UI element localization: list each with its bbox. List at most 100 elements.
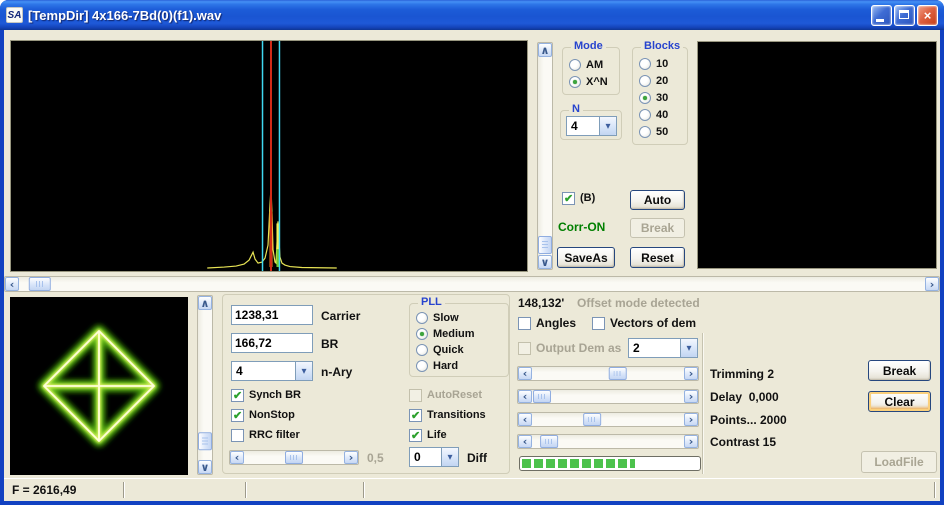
radio-pll-medium[interactable]: Medium <box>416 327 475 341</box>
reset-button[interactable]: Reset <box>630 247 685 268</box>
scroll-down-icon[interactable]: ∨ <box>538 255 552 269</box>
scroll-left-icon[interactable]: ‹ <box>518 367 532 380</box>
radio-pll-hard[interactable]: Hard <box>416 359 458 373</box>
pll-groupbox: PLL Slow Medium Quick Hard <box>409 296 509 377</box>
scrollbar-thumb[interactable] <box>285 451 303 464</box>
maximize-button[interactable] <box>894 4 915 26</box>
chevron-down-icon[interactable]: ▾ <box>680 339 697 357</box>
scroll-left-icon[interactable]: ‹ <box>230 451 244 464</box>
scrollbar-thumb[interactable] <box>533 390 551 403</box>
transitions-checkbox[interactable]: Transitions <box>409 408 486 422</box>
break-button[interactable]: Break <box>868 360 931 381</box>
diff-select[interactable]: 0 ▾ <box>409 447 459 467</box>
spectrum-display[interactable] <box>10 40 528 272</box>
outputdem-checkbox[interactable]: Output Dem as <box>518 341 621 355</box>
saveas-button[interactable]: SaveAs <box>557 247 615 268</box>
scrollbar-thumb[interactable] <box>608 367 627 380</box>
mode-groupbox: Mode AM X^N <box>562 40 620 95</box>
statusbar-divider <box>934 482 936 498</box>
angles-checkbox[interactable]: Angles <box>518 316 576 330</box>
br-label: BR <box>321 337 339 351</box>
carrier-label: Carrier <box>321 309 361 323</box>
radio-mode-xn[interactable]: X^N <box>569 75 608 89</box>
client-area: ∧ ∨ Mode AM X^N N 4 ▾ Blocks 10 20 30 40… <box>4 30 940 501</box>
scrollbar-thumb[interactable] <box>583 413 602 426</box>
scroll-down-icon[interactable]: ∨ <box>198 460 212 474</box>
scrollbar-thumb[interactable] <box>538 236 552 254</box>
scrollbar-thumb[interactable] <box>539 435 558 448</box>
autoreset-checkbox[interactable]: AutoReset <box>409 388 482 402</box>
radio-blocks-40[interactable]: 40 <box>639 108 668 122</box>
status-bar: F = 2616,49 <box>4 478 940 501</box>
b-checkbox[interactable]: (B) <box>562 191 595 205</box>
constellation-display <box>10 297 188 475</box>
scroll-left-icon[interactable]: ‹ <box>518 413 532 426</box>
mode-group-label: Mode <box>571 40 606 52</box>
radio-blocks-50[interactable]: 50 <box>639 125 668 139</box>
blocks-groupbox: Blocks 10 20 30 40 50 <box>632 40 688 145</box>
blocks-group-label: Blocks <box>641 40 684 52</box>
contrast-label: Contrast 15 <box>710 435 777 449</box>
radio-mode-am[interactable]: AM <box>569 58 603 72</box>
trimming-slider[interactable]: ‹ › <box>517 366 699 381</box>
statusbar-divider <box>123 482 125 498</box>
title-bar[interactable]: SA [TempDir] 4x166-7Bd(0)(f1).wav × <box>0 0 944 30</box>
outputdem-select[interactable]: 2 ▾ <box>628 338 698 358</box>
chevron-down-icon[interactable]: ▾ <box>599 117 616 135</box>
nary-label: n-Ary <box>321 365 353 379</box>
radio-pll-slow[interactable]: Slow <box>416 311 459 325</box>
chevron-down-icon[interactable]: ▾ <box>295 362 312 380</box>
scroll-left-icon[interactable]: ‹ <box>518 435 532 448</box>
scroll-up-icon[interactable]: ∧ <box>198 296 212 310</box>
break-button-top[interactable]: Break <box>630 218 685 238</box>
progress-fill <box>522 459 635 468</box>
scroll-left-icon[interactable]: ‹ <box>518 390 532 403</box>
scroll-right-icon[interactable]: › <box>684 413 698 426</box>
scroll-right-icon[interactable]: › <box>684 390 698 403</box>
scroll-up-icon[interactable]: ∧ <box>538 43 552 57</box>
close-button[interactable]: × <box>917 4 938 26</box>
clear-button[interactable]: Clear <box>868 391 931 412</box>
scroll-right-icon[interactable]: › <box>684 435 698 448</box>
rrc-slider[interactable]: ‹ › <box>229 450 359 465</box>
delay-slider[interactable]: ‹ › <box>517 389 699 404</box>
nary-select[interactable]: 4 ▾ <box>231 361 313 381</box>
points-slider[interactable]: ‹ › <box>517 412 699 427</box>
scroll-right-icon[interactable]: › <box>344 451 358 464</box>
br-input[interactable] <box>231 333 313 353</box>
contrast-slider[interactable]: ‹ › <box>517 434 699 449</box>
radio-blocks-30[interactable]: 30 <box>639 91 668 105</box>
divider <box>702 333 704 474</box>
radio-pll-quick[interactable]: Quick <box>416 343 464 357</box>
corr-status: Corr-ON <box>558 220 606 234</box>
radio-blocks-10[interactable]: 10 <box>639 57 668 71</box>
minimize-button[interactable] <box>871 4 892 26</box>
scrollbar-thumb[interactable] <box>198 431 212 450</box>
nonstop-checkbox[interactable]: NonStop <box>231 408 295 422</box>
life-checkbox[interactable]: Life <box>409 428 447 442</box>
radio-blocks-20[interactable]: 20 <box>639 74 668 88</box>
vectors-checkbox[interactable]: Vectors of dem <box>592 316 696 330</box>
rrc-slider-value: 0,5 <box>367 451 384 465</box>
bottom-vertical-scrollbar[interactable]: ∧ ∨ <box>197 295 213 475</box>
auto-button[interactable]: Auto <box>630 190 685 210</box>
scroll-left-icon[interactable]: ‹ <box>5 277 19 291</box>
n-group-label: N <box>569 103 583 115</box>
rrc-checkbox[interactable]: RRC filter <box>231 428 300 442</box>
n-select[interactable]: 4 ▾ <box>566 116 617 136</box>
scrollbar-thumb[interactable] <box>28 277 51 291</box>
synchbr-checkbox[interactable]: Synch BR <box>231 388 301 402</box>
chevron-down-icon[interactable]: ▾ <box>441 448 458 466</box>
scroll-right-icon[interactable]: › <box>925 277 939 291</box>
demod-groupbox: Carrier BR 4 ▾ n-Ary Synch BR NonStop RR… <box>222 294 510 474</box>
main-horizontal-scrollbar[interactable]: ‹ › <box>4 276 940 292</box>
loadfile-button[interactable]: LoadFile <box>861 451 937 473</box>
statusbar-divider <box>245 482 247 498</box>
app-window: SA [TempDir] 4x166-7Bd(0)(f1).wav × ∧ ∨ … <box>0 0 944 505</box>
carrier-input[interactable] <box>231 305 313 325</box>
secondary-display <box>697 41 937 269</box>
top-vertical-scrollbar[interactable]: ∧ ∨ <box>537 42 553 270</box>
maximize-icon <box>899 9 909 19</box>
scroll-right-icon[interactable]: › <box>684 367 698 380</box>
offset-status: Offset mode detected <box>577 296 700 310</box>
